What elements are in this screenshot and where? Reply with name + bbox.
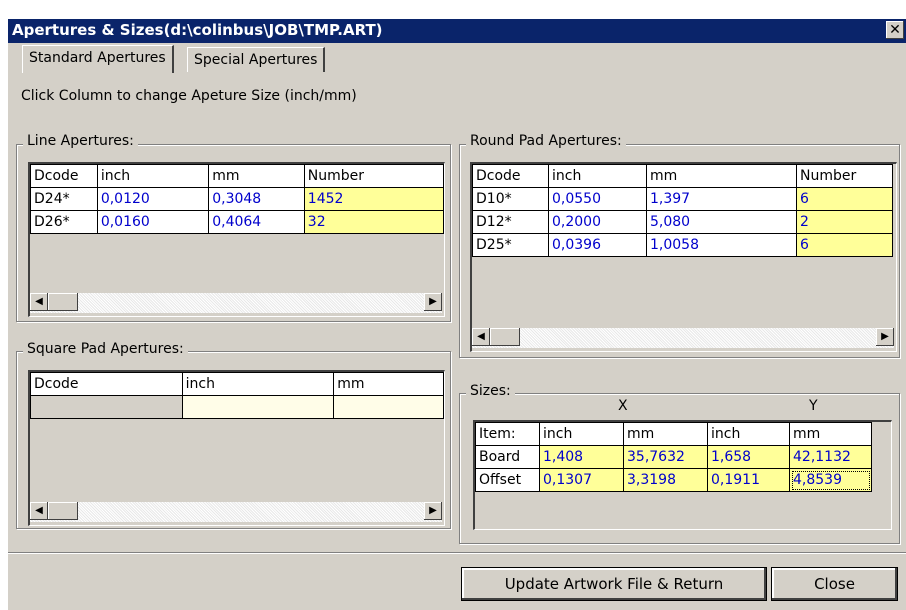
close-icon[interactable]: ✕ <box>886 21 904 39</box>
sizes-grid: Item: inch mm inch mm Board 1,408 35,763… <box>473 420 892 530</box>
line-apertures-table: Dcode inch mm Number D24* 0,0120 0,3048 … <box>30 164 444 234</box>
x-inch-cell[interactable]: 0,1307 <box>539 468 624 492</box>
tab-standard-apertures[interactable]: Standard Apertures <box>22 45 174 73</box>
column-header-number[interactable]: Number <box>303 164 444 188</box>
table-row: Offset 0,1307 3,3198 0,1911 4,8539 <box>475 468 872 492</box>
item-cell: Board <box>475 445 540 469</box>
instruction-text: Click Column to change Apeture Size (inc… <box>21 88 357 104</box>
inch-cell[interactable]: 0,0396 <box>548 233 647 257</box>
column-header-mm[interactable]: mm <box>208 164 305 188</box>
number-cell[interactable]: 6 <box>796 187 893 211</box>
background-strip-left <box>0 19 8 610</box>
horizontal-scrollbar[interactable]: ◀ ▶ <box>30 502 442 522</box>
window-title: Apertures & Sizes(d:\colinbus\JOB\TMP.AR… <box>12 21 383 39</box>
table-row: Board 1,408 35,7632 1,658 42,1132 <box>475 445 872 469</box>
item-cell: Offset <box>475 468 540 492</box>
table-row: D25* 0,0396 1,0058 6 <box>472 233 893 257</box>
mm-cell[interactable]: 0,3048 <box>208 187 305 211</box>
dcode-cell[interactable]: D10* <box>472 187 549 211</box>
scroll-thumb[interactable] <box>48 293 78 311</box>
y-inch-cell[interactable]: 1,658 <box>707 445 790 469</box>
square-pad-apertures-table: Dcode inch mm <box>30 372 444 419</box>
horizontal-scrollbar[interactable]: ◀ ▶ <box>30 293 442 313</box>
x-inch-cell[interactable]: 1,408 <box>539 445 624 469</box>
inch-cell[interactable] <box>181 395 335 419</box>
scroll-right-icon[interactable]: ▶ <box>876 328 894 346</box>
table-header-row: Item: inch mm inch mm <box>475 422 872 446</box>
round-pad-apertures-table: Dcode inch mm Number D10* 0,0550 1,397 6… <box>472 164 893 257</box>
horizontal-scrollbar[interactable]: ◀ ▶ <box>472 328 894 348</box>
table-row: D12* 0,2000 5,080 2 <box>472 210 893 234</box>
column-header-number[interactable]: Number <box>796 164 893 188</box>
square-pad-apertures-label: Square Pad Apertures: <box>23 341 188 357</box>
scroll-left-icon[interactable]: ◀ <box>472 328 490 346</box>
scroll-thumb[interactable] <box>48 502 78 520</box>
mm-cell[interactable]: 0,4064 <box>208 210 305 234</box>
number-cell[interactable]: 32 <box>303 210 444 234</box>
table-row: D10* 0,0550 1,397 6 <box>472 187 893 211</box>
column-header-x-inch[interactable]: inch <box>539 422 624 446</box>
mm-cell[interactable]: 5,080 <box>646 210 797 234</box>
number-cell[interactable]: 1452 <box>303 187 444 211</box>
column-header-item[interactable]: Item: <box>475 422 540 446</box>
column-header-mm[interactable]: mm <box>646 164 797 188</box>
column-header-dcode[interactable]: Dcode <box>472 164 549 188</box>
column-header-inch[interactable]: inch <box>548 164 647 188</box>
x-mm-cell[interactable]: 3,3198 <box>623 468 708 492</box>
sizes-label: Sizes: <box>466 383 515 399</box>
inch-cell[interactable]: 0,0550 <box>548 187 647 211</box>
y-inch-cell[interactable]: 0,1911 <box>707 468 790 492</box>
column-header-inch[interactable]: inch <box>96 164 210 188</box>
inch-cell[interactable]: 0,0160 <box>96 210 210 234</box>
scroll-left-icon[interactable]: ◀ <box>30 293 48 311</box>
scroll-thumb[interactable] <box>490 328 520 346</box>
mm-cell[interactable] <box>333 395 444 419</box>
separator <box>8 552 906 554</box>
inch-cell[interactable]: 0,0120 <box>96 187 210 211</box>
table-header-row: Dcode inch mm Number <box>472 164 893 188</box>
update-artwork-button[interactable]: Update Artwork File & Return <box>461 567 767 601</box>
title-bar[interactable]: Apertures & Sizes(d:\colinbus\JOB\TMP.AR… <box>8 19 906 43</box>
column-header-mm[interactable]: mm <box>333 372 444 396</box>
sizes-y-header: Y <box>809 398 818 414</box>
table-header-row: Dcode inch mm <box>30 372 444 396</box>
line-apertures-grid: Dcode inch mm Number D24* 0,0120 0,3048 … <box>28 162 445 317</box>
table-header-row: Dcode inch mm Number <box>30 164 444 188</box>
dcode-cell[interactable]: D24* <box>30 187 98 211</box>
mm-cell[interactable]: 1,397 <box>646 187 797 211</box>
table-row: D26* 0,0160 0,4064 32 <box>30 210 444 234</box>
column-header-y-mm[interactable]: mm <box>789 422 872 446</box>
scroll-right-icon[interactable]: ▶ <box>424 293 442 311</box>
dcode-cell[interactable]: D12* <box>472 210 549 234</box>
round-pad-apertures-label: Round Pad Apertures: <box>466 133 626 149</box>
scroll-left-icon[interactable]: ◀ <box>30 502 48 520</box>
line-apertures-label: Line Apertures: <box>23 133 138 149</box>
inch-cell[interactable]: 0,2000 <box>548 210 647 234</box>
background-strip <box>0 0 906 19</box>
sizes-table: Item: inch mm inch mm Board 1,408 35,763… <box>475 422 872 492</box>
y-mm-cell[interactable]: 42,1132 <box>789 445 872 469</box>
round-pad-apertures-grid: Dcode inch mm Number D10* 0,0550 1,397 6… <box>470 162 897 352</box>
mm-cell[interactable]: 1,0058 <box>646 233 797 257</box>
column-header-inch[interactable]: inch <box>181 372 335 396</box>
column-header-y-inch[interactable]: inch <box>707 422 790 446</box>
table-row: D24* 0,0120 0,3048 1452 <box>30 187 444 211</box>
column-header-dcode[interactable]: Dcode <box>30 372 183 396</box>
sizes-x-header: X <box>618 398 628 414</box>
dcode-cell[interactable]: D25* <box>472 233 549 257</box>
square-pad-apertures-grid: Dcode inch mm ◀ ▶ <box>28 370 445 526</box>
dcode-cell[interactable]: D26* <box>30 210 98 234</box>
x-mm-cell[interactable]: 35,7632 <box>623 445 708 469</box>
scroll-right-icon[interactable]: ▶ <box>424 502 442 520</box>
close-button[interactable]: Close <box>771 567 898 601</box>
dcode-cell[interactable] <box>30 395 183 419</box>
column-header-dcode[interactable]: Dcode <box>30 164 98 188</box>
table-row <box>30 395 444 419</box>
y-mm-cell[interactable]: 4,8539 <box>789 468 872 492</box>
number-cell[interactable]: 6 <box>796 233 893 257</box>
column-header-x-mm[interactable]: mm <box>623 422 708 446</box>
number-cell[interactable]: 2 <box>796 210 893 234</box>
tab-special-apertures[interactable]: Special Apertures <box>187 47 326 72</box>
